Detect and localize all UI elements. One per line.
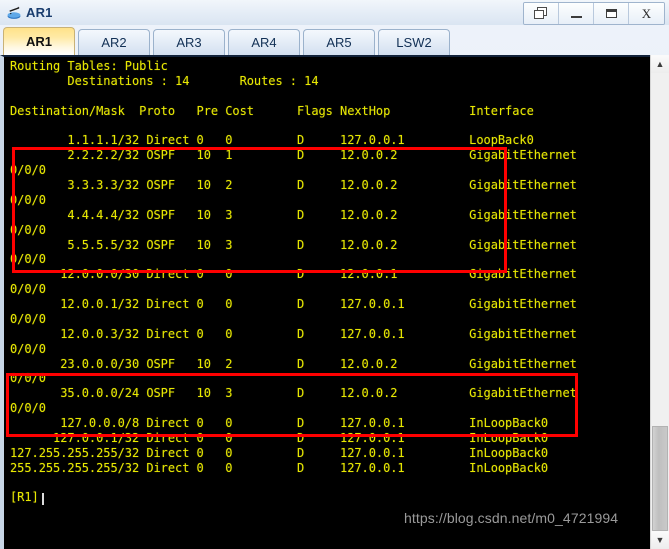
tab-ar5[interactable]: AR5 — [303, 29, 375, 55]
tab-bar: AR1 AR2 AR3 AR4 AR5 LSW2 — [0, 25, 669, 55]
tab-label: AR2 — [101, 35, 127, 50]
close-icon: X — [641, 6, 652, 21]
scrollbar-thumb[interactable] — [652, 426, 668, 531]
window-title: AR1 — [26, 5, 53, 20]
terminal-scrollbar[interactable]: ▲ ▼ — [650, 55, 669, 549]
tab-ar3[interactable]: AR3 — [153, 29, 225, 55]
tab-ar4[interactable]: AR4 — [228, 29, 300, 55]
window-controls: X — [523, 2, 665, 25]
tab-lsw2[interactable]: LSW2 — [378, 29, 450, 55]
restore-icon — [534, 7, 548, 20]
tab-label: AR5 — [326, 35, 352, 50]
scroll-down-arrow-icon[interactable]: ▼ — [651, 531, 669, 549]
tab-label: AR4 — [251, 35, 277, 50]
terminal-output[interactable]: Routing Tables: Public Destinations : 14… — [4, 57, 645, 549]
scroll-up-arrow-icon[interactable]: ▲ — [651, 55, 669, 73]
maximize-button[interactable] — [594, 3, 629, 24]
tab-label: AR1 — [25, 34, 52, 49]
title-bar: AR1 X — [0, 0, 669, 25]
tab-ar2[interactable]: AR2 — [78, 29, 150, 55]
minimize-button[interactable] — [559, 3, 594, 24]
text-cursor — [42, 492, 45, 505]
tab-ar1[interactable]: AR1 — [3, 27, 75, 55]
maximize-icon — [605, 9, 617, 18]
router-icon — [5, 4, 23, 22]
tab-label: LSW2 — [396, 35, 432, 50]
routing-table-text: Routing Tables: Public Destinations : 14… — [10, 59, 577, 505]
restore-button[interactable] — [524, 3, 559, 24]
terminal-panel: Routing Tables: Public Destinations : 14… — [0, 55, 669, 549]
emulator-window: AR1 X AR1 AR2 AR3 AR4 AR5 LSW2 Routing Tables… — [0, 0, 669, 549]
tab-label: AR3 — [176, 35, 202, 50]
close-button[interactable]: X — [629, 3, 664, 24]
minimize-icon — [570, 15, 582, 18]
watermark-text: https://blog.csdn.net/m0_4721994 — [404, 510, 619, 526]
